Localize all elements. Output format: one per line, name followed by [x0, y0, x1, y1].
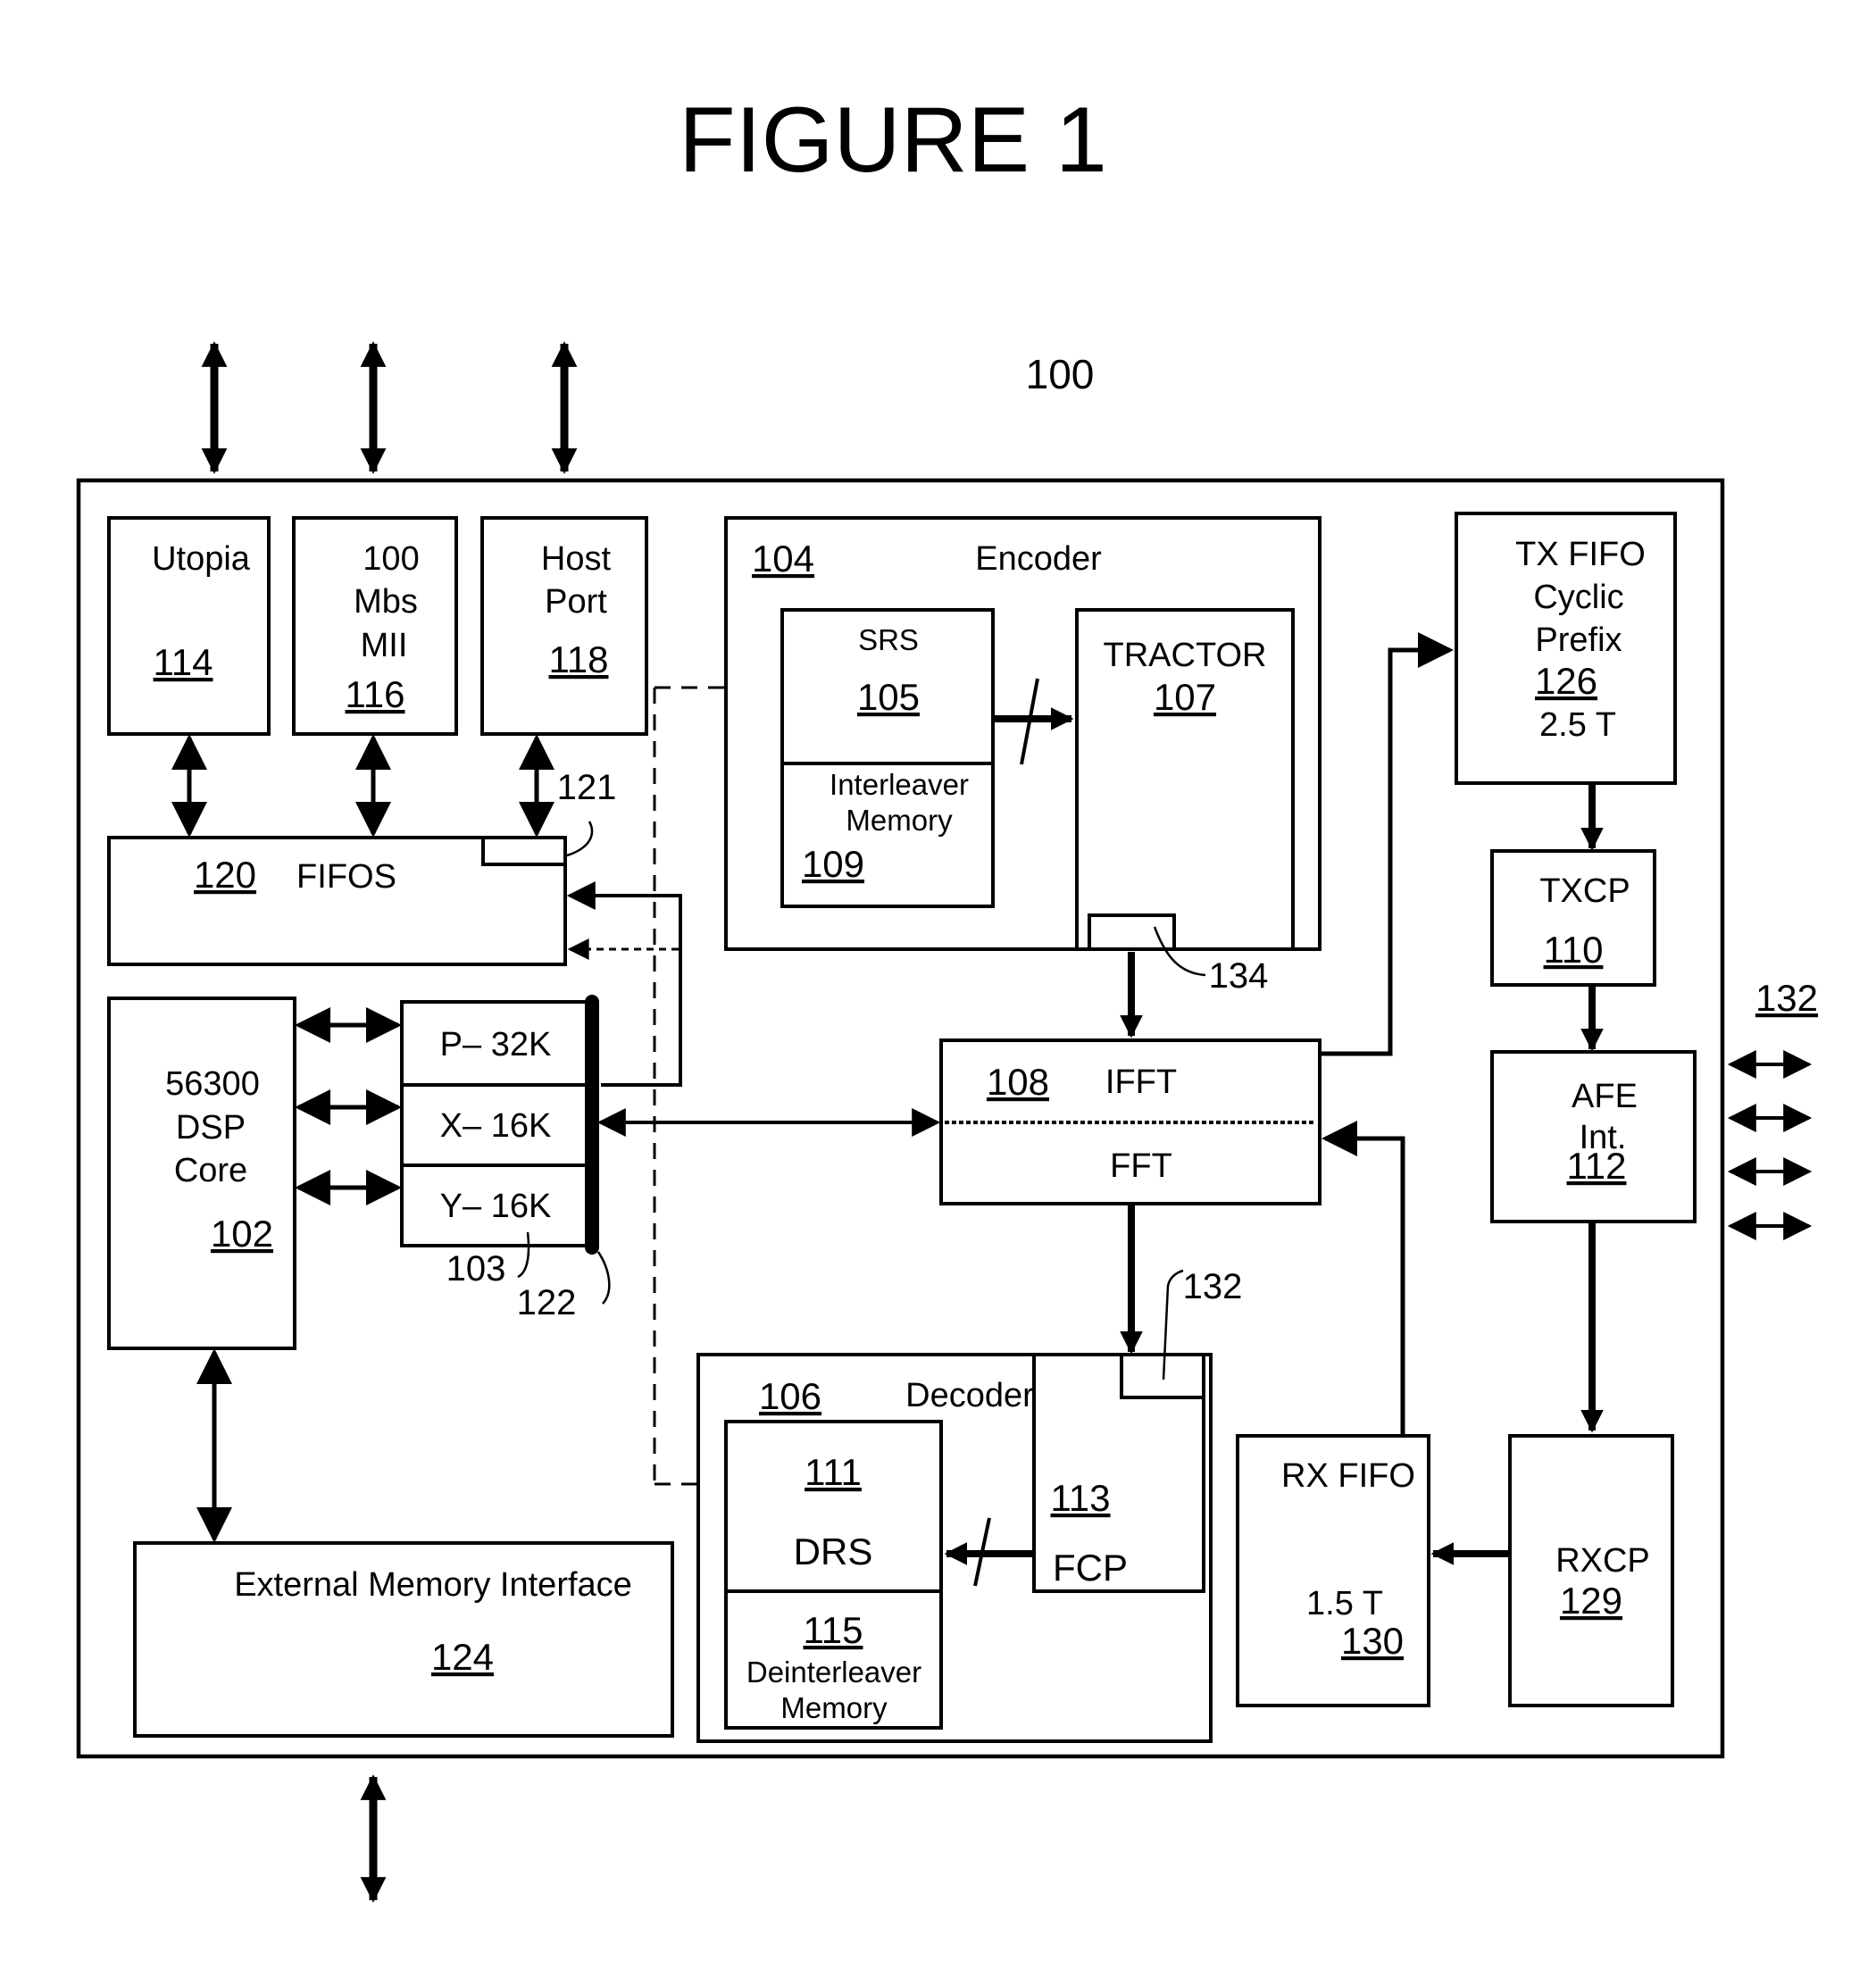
deinterleaver-label-line-1: Deinterleaver: [746, 1656, 921, 1689]
tractor-label: TRACTOR: [1104, 637, 1267, 674]
fft-label: FFT: [1110, 1147, 1172, 1185]
afe-ref: 112: [1567, 1145, 1627, 1187]
txcp-ref: 110: [1544, 929, 1604, 971]
tractor-buffer-ref: 134: [1209, 956, 1269, 996]
deinterleaver-label-line-2: Memory: [780, 1691, 888, 1724]
tx-fifo-block: TX FIFO Cyclic Prefix 126 2.5 T: [1455, 512, 1677, 785]
mii-label-line-1: 100: [363, 540, 419, 578]
host-port-ref: 118: [549, 638, 609, 680]
block-diagram: FIGURE 1 100 Utopia 114 100 Mbs MII 116 …: [76, 88, 1818, 1903]
fifos-ref: 120: [194, 854, 256, 896]
memory-row-p: P– 32K: [440, 1026, 552, 1063]
rxcp-block: RXCP 129: [1508, 1434, 1674, 1707]
interleaver-label-line-1: Interleaver: [830, 768, 969, 801]
txcp-block: TXCP 110: [1490, 849, 1656, 987]
dsp-core-label-line-3: Core: [174, 1152, 247, 1189]
rx-fifo-label: RX FIFO: [1281, 1457, 1415, 1495]
afe-label-line-1: AFE: [1572, 1078, 1638, 1115]
encoder-ref: 104: [752, 538, 814, 580]
dsp-core-label-line-2: DSP: [176, 1109, 246, 1147]
tx-fifo-label-line-1: TX FIFO: [1515, 536, 1646, 573]
fcp-buffer-ref: 132: [1183, 1267, 1243, 1306]
ifft-fft-block: 108 IFFT FFT: [939, 1038, 1322, 1205]
host-port-block: Host Port 118: [480, 516, 648, 736]
ext-mem-label: External Memory Interface: [234, 1566, 632, 1604]
srs-label: SRS: [858, 623, 919, 656]
tractor-ref: 107: [1154, 676, 1216, 718]
ifft-fft-ref: 108: [987, 1061, 1049, 1103]
rx-fifo-size: 1.5 T: [1306, 1585, 1383, 1622]
drs-block: 111 DRS 115 Deinterleaver Memory: [724, 1420, 943, 1730]
drs-ref: 111: [805, 1451, 862, 1493]
dsp-core-label-line-1: 56300: [165, 1065, 260, 1103]
decoder-label: Decoder: [905, 1377, 1034, 1414]
ext-mem-ref: 124: [431, 1636, 494, 1678]
utopia-label: Utopia: [152, 540, 251, 578]
rx-fifo-block: RX FIFO 1.5 T 130: [1236, 1434, 1430, 1707]
mii-ref: 116: [346, 673, 405, 715]
mii-label-line-3: MII: [361, 627, 408, 664]
system-ref-label: 100: [1026, 351, 1095, 397]
tx-fifo-ref: 126: [1535, 660, 1597, 702]
encoder-label: Encoder: [975, 540, 1102, 578]
interleaver-label-line-2: Memory: [846, 804, 953, 837]
tx-fifo-label-line-3: Prefix: [1535, 621, 1622, 659]
rxcp-ref: 129: [1560, 1580, 1622, 1622]
decoder-ref: 106: [759, 1375, 821, 1417]
afe-block: AFE Int. 112: [1490, 1050, 1697, 1223]
tx-fifo-size: 2.5 T: [1539, 706, 1616, 744]
memory-row-x: X– 16K: [440, 1107, 552, 1145]
fifo-buffer-ref: 121: [557, 768, 617, 807]
mii-label-line-2: Mbs: [354, 583, 418, 621]
rxcp-label: RXCP: [1555, 1542, 1650, 1580]
memory-block: P– 32K X– 16K Y– 16K: [400, 1000, 594, 1247]
host-port-label-line-2: Port: [545, 583, 607, 621]
fcp-ref: 113: [1051, 1477, 1111, 1519]
srs-block: SRS 105 Interleaver Memory 109: [780, 608, 995, 908]
interleaver-ref: 109: [802, 843, 864, 885]
bus-ref: 122: [517, 1283, 577, 1322]
deinterleaver-ref: 115: [804, 1609, 863, 1651]
rx-fifo-ref: 130: [1341, 1620, 1404, 1662]
memory-row-y: Y– 16K: [440, 1188, 552, 1225]
tractor-block: TRACTOR 107: [1075, 608, 1295, 951]
srs-ref: 105: [857, 676, 920, 718]
ifft-label: IFFT: [1105, 1063, 1177, 1101]
mii-block: 100 Mbs MII 116: [292, 516, 458, 736]
figure-title: FIGURE 1: [679, 88, 1107, 192]
utopia-ref: 114: [154, 641, 213, 683]
dsp-core-ref: 102: [211, 1213, 273, 1255]
fcp-block: 113 FCP: [1032, 1353, 1205, 1593]
fcp-label: FCP: [1053, 1547, 1128, 1589]
drs-label: DRS: [794, 1530, 873, 1572]
dsp-core-block: 56300 DSP Core 102: [107, 997, 296, 1350]
utopia-block: Utopia 114: [107, 516, 271, 736]
tx-fifo-label-line-2: Cyclic: [1533, 579, 1623, 616]
memory-ref: 103: [446, 1249, 506, 1289]
host-port-label-line-1: Host: [541, 540, 612, 578]
fifo-buffer-121: [481, 836, 567, 866]
external-memory-interface-block: External Memory Interface 124: [133, 1541, 674, 1738]
fifos-label: FIFOS: [296, 858, 396, 896]
txcp-label: TXCP: [1539, 872, 1630, 910]
afe-lines-ref: 132: [1755, 977, 1818, 1019]
